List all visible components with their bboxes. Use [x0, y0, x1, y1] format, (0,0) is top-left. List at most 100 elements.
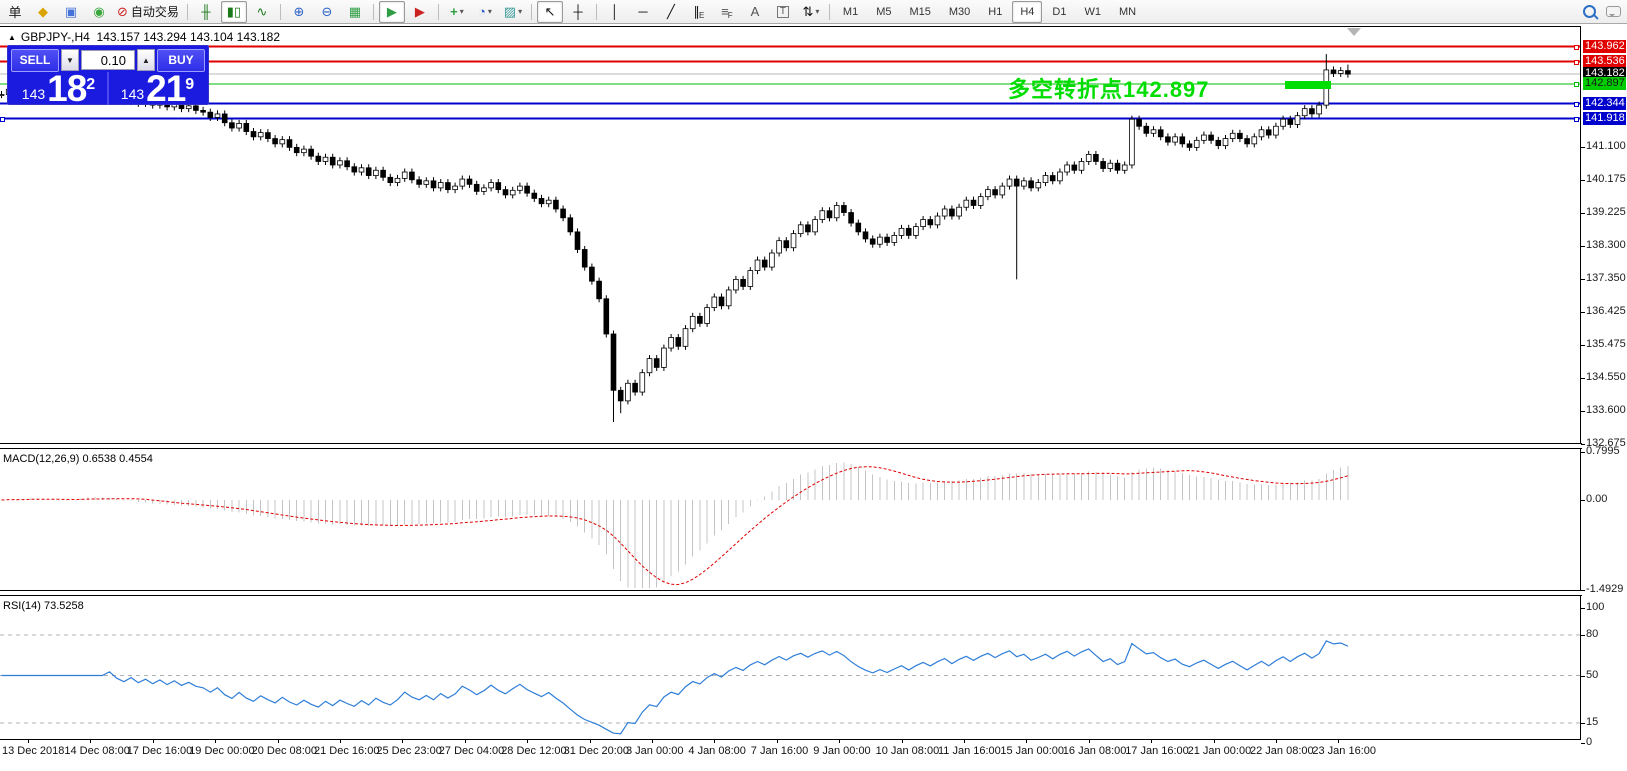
templates-icon[interactable]: ▨▾ — [500, 1, 526, 23]
tile-windows-icon[interactable]: ▦ — [342, 1, 368, 23]
vertical-line-icon[interactable]: │ — [602, 1, 628, 23]
fibonacci-icon[interactable]: ≡F — [714, 1, 740, 23]
periods-icon[interactable]: ◔▾ — [472, 1, 498, 23]
time-axis-tick — [590, 740, 591, 743]
axis-tick — [1581, 743, 1585, 744]
text-label-icon[interactable]: T — [770, 1, 796, 23]
price-tick-label: 138.300 — [1586, 239, 1626, 252]
time-axis-label: 20 Dec 08:00 — [252, 745, 317, 757]
time-axis: 13 Dec 201814 Dec 08:0017 Dec 16:0019 De… — [0, 740, 1582, 762]
time-axis-label: 15 Jan 00:00 — [1000, 745, 1064, 757]
price-tick-label: 134.550 — [1586, 371, 1626, 384]
tf-h1-button[interactable]: H1 — [980, 1, 1010, 23]
candlestick-chart-icon[interactable]: ▮▯ — [221, 1, 247, 23]
axis-tick — [1581, 180, 1585, 181]
line-handle[interactable] — [1574, 117, 1579, 122]
tf-m15-button[interactable]: M15 — [901, 1, 938, 23]
axis-tick — [1581, 378, 1585, 379]
buy-price[interactable]: 143 21 9 — [110, 72, 205, 105]
equidistant-channel-icon[interactable]: ∥E — [686, 1, 712, 23]
price-tick-label: 133.600 — [1586, 404, 1626, 417]
time-axis-label: 4 Jan 08:00 — [688, 745, 746, 757]
green-trend-segment[interactable] — [1285, 81, 1331, 89]
price-axis: 141.100140.175139.225138.300137.350136.4… — [1583, 24, 1627, 771]
tf-mn-button[interactable]: MN — [1111, 1, 1144, 23]
time-axis-label: 16 Jan 08:00 — [1063, 745, 1127, 757]
toolbar-separator — [373, 4, 374, 20]
time-axis-tick — [777, 740, 778, 743]
sell-pips: 18 — [47, 74, 86, 104]
arrows-icon[interactable]: ⇅▾ — [798, 1, 824, 23]
new-order-icon[interactable]: 单 — [2, 1, 28, 23]
time-axis-label: 9 Jan 00:00 — [813, 745, 871, 757]
cursor-icon[interactable]: ↖ — [537, 1, 563, 23]
chart-collapse-arrow[interactable]: ▲ — [8, 33, 16, 42]
volume-input[interactable] — [81, 50, 135, 70]
bar-chart-icon[interactable]: ╫ — [193, 1, 219, 23]
tf-m1-button[interactable]: M1 — [835, 1, 866, 23]
macd-tick-label: 0.00 — [1586, 493, 1607, 506]
trendline-icon[interactable]: ╱ — [658, 1, 684, 23]
time-axis-label: 22 Jan 08:00 — [1250, 745, 1314, 757]
axis-tick — [1581, 312, 1585, 313]
tf-h4-button[interactable]: H4 — [1012, 1, 1042, 23]
chart-window-icon[interactable]: ◆ — [30, 1, 56, 23]
sell-price[interactable]: 143 18 2 — [11, 72, 106, 105]
toolbar-separator — [187, 4, 188, 20]
axis-tick — [1581, 147, 1585, 148]
time-axis-label: 25 Dec 23:00 — [376, 745, 441, 757]
text-icon[interactable]: A — [742, 1, 768, 23]
time-axis-tick — [278, 740, 279, 743]
tf-w1-button[interactable]: W1 — [1076, 1, 1109, 23]
chart-symbol-period: GBPJPY-,H4 — [21, 30, 90, 44]
tf-m30-button[interactable]: M30 — [941, 1, 978, 23]
periods-icon-dropdown: ▾ — [488, 7, 492, 16]
toolbar-separator — [531, 4, 532, 20]
search-icon[interactable] — [1583, 5, 1596, 18]
line-handle[interactable] — [1574, 82, 1579, 87]
arrows-icon-dropdown: ▾ — [815, 7, 819, 16]
chart-plot-surface[interactable] — [0, 26, 1582, 742]
line-chart-icon[interactable]: ∿ — [249, 1, 275, 23]
buy-pips: 21 — [146, 74, 185, 104]
time-axis-label: 7 Jan 16:00 — [751, 745, 809, 757]
line-handle[interactable] — [0, 117, 5, 122]
profiles-icon[interactable]: ▣ — [58, 1, 84, 23]
auto-scroll-icon[interactable]: ▶ — [379, 1, 405, 23]
autotrading-button[interactable]: ⊘自动交易 — [114, 1, 182, 23]
axis-tick — [1581, 608, 1585, 609]
axis-tick — [1581, 452, 1585, 453]
price-line-label-142.897: 142.897 — [1583, 77, 1626, 90]
price-tick-label: 135.475 — [1586, 338, 1626, 351]
chat-icon[interactable] — [1606, 6, 1621, 17]
indicators-icon[interactable]: +▾ — [444, 1, 470, 23]
time-axis-tick — [652, 740, 653, 743]
line-handle[interactable] — [1574, 102, 1579, 107]
tf-d1-button[interactable]: D1 — [1044, 1, 1074, 23]
horizontal-line-icon[interactable]: ─ — [630, 1, 656, 23]
time-axis-label: 11 Jan 16:00 — [938, 745, 1001, 757]
time-axis-label: 10 Jan 08:00 — [876, 745, 940, 757]
price-line-label-141.918: 141.918 — [1583, 112, 1626, 125]
chart-shift-marker[interactable] — [1347, 28, 1361, 36]
time-axis-label: 28 Dec 12:00 — [501, 745, 566, 757]
pivot-annotation-text[interactable]: 多空转折点142.897 — [1008, 72, 1210, 104]
time-axis-tick — [964, 740, 965, 743]
market-signal-icon[interactable]: ◉ — [86, 1, 112, 23]
axis-tick — [1581, 635, 1585, 636]
chart-ohlc-values: 143.157 143.294 143.104 143.182 — [97, 30, 281, 44]
time-axis-tick — [1026, 740, 1027, 743]
macd-panel-divider[interactable] — [0, 443, 1582, 449]
line-handle[interactable] — [1574, 45, 1579, 50]
time-axis-tick — [1214, 740, 1215, 743]
line-handle[interactable] — [1574, 60, 1579, 65]
zoom-in-icon[interactable]: ⊕ — [286, 1, 312, 23]
price-line-label-143.962: 143.962 — [1583, 40, 1626, 53]
sell-pipette: 2 — [86, 79, 95, 91]
zoom-out-icon[interactable]: ⊖ — [314, 1, 340, 23]
chart-shift-icon[interactable]: ▶ — [407, 1, 433, 23]
tf-m5-button[interactable]: M5 — [868, 1, 899, 23]
rsi-panel-divider[interactable] — [0, 590, 1582, 596]
macd-tick-label: 0.7995 — [1586, 445, 1620, 458]
crosshair-icon[interactable]: ┼ — [565, 1, 591, 23]
